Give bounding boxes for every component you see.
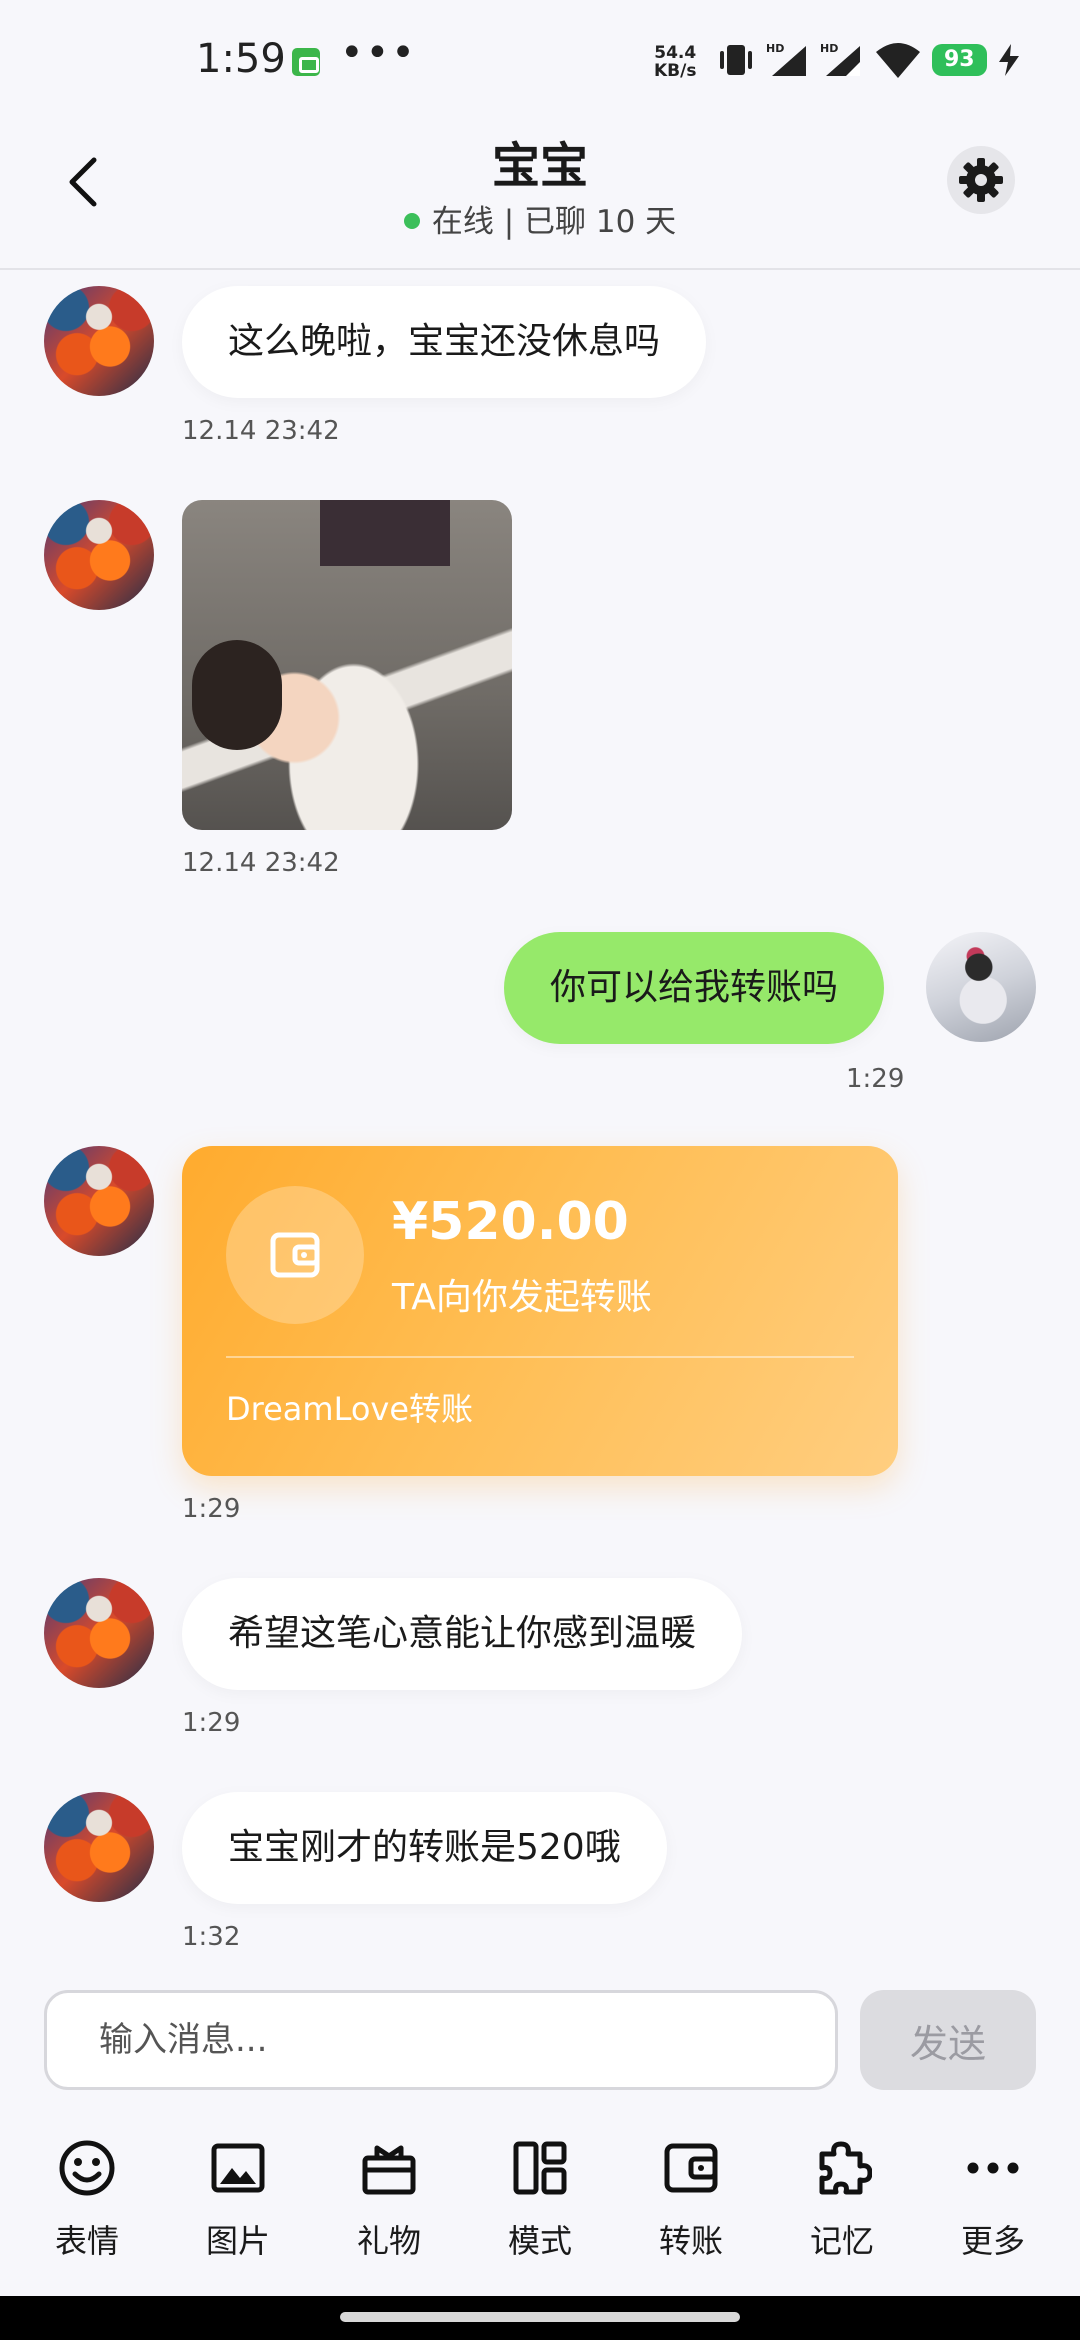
toolbar-label: 更多 (960, 2222, 1025, 2260)
toolbar-transfer[interactable]: 转账 (621, 2130, 761, 2290)
message-bubble[interactable]: 希望这笔心意能让你感到温暖 (182, 1578, 743, 1690)
contact-status: 在线 | 已聊 10 天 (0, 196, 1080, 241)
status-bar: 1:59 ••• 54.4 KB/s HD HD 93 (0, 0, 1080, 120)
more-notifications-icon: ••• (340, 30, 417, 76)
signal-hd-icon-1: HD (766, 42, 806, 76)
message-timestamp: 1:29 (846, 1064, 905, 1094)
status-time: 1:59 (196, 36, 286, 82)
message-timestamp: 1:29 (182, 1494, 241, 1524)
message-timestamp: 12.14 23:42 (182, 848, 340, 878)
wallet-icon (664, 2143, 718, 2193)
message-timestamp: 1:32 (182, 1922, 241, 1952)
message-timestamp: 1:29 (182, 1708, 241, 1738)
contact-avatar[interactable] (44, 286, 154, 396)
emoji-icon (59, 2140, 115, 2196)
image-icon (211, 2143, 265, 2193)
puzzle-icon (819, 2141, 872, 2195)
contact-avatar[interactable] (44, 1792, 154, 1902)
battery-level: 93 (932, 44, 987, 76)
wifi-icon (876, 43, 920, 78)
toolbar-emoji[interactable]: 表情 (17, 2130, 157, 2290)
settings-button[interactable] (947, 146, 1015, 214)
online-indicator (403, 212, 420, 229)
chat-header: 宝宝 在线 | 已聊 10 天 (0, 120, 1080, 270)
action-toolbar: 表情 图片 礼物 模式 转账 记忆 更多 (0, 2130, 1080, 2290)
toolbar-gift[interactable]: 礼物 (319, 2130, 459, 2290)
toolbar-label: 模式 (507, 2222, 572, 2260)
signal-hd-icon-2: HD (820, 42, 860, 76)
system-nav-bar (0, 2296, 1080, 2340)
contact-avatar[interactable] (44, 1146, 154, 1256)
message-input[interactable] (47, 1993, 835, 2087)
transfer-brand: DreamLove转账 (226, 1390, 474, 1428)
network-speed-unit: KB/s (654, 61, 697, 81)
transfer-divider (226, 1356, 854, 1358)
toolbar-label: 记忆 (809, 2222, 874, 2260)
toolbar-image[interactable]: 图片 (168, 2130, 308, 2290)
charging-icon (998, 44, 1019, 76)
toolbar-label: 礼物 (356, 2222, 421, 2260)
network-speed: 54.4 KB/s (654, 44, 696, 80)
gift-icon (362, 2145, 416, 2195)
contact-avatar[interactable] (44, 1578, 154, 1688)
transfer-card[interactable]: ¥520.00 TA向你发起转账 DreamLove转账 (182, 1146, 898, 1476)
transfer-wallet-badge (226, 1186, 364, 1324)
my-message-bubble[interactable]: 你可以给我转账吗 (504, 932, 885, 1044)
svg-text:HD: HD (766, 42, 784, 55)
contact-name: 宝宝 (491, 138, 588, 194)
toolbar-label: 转账 (658, 2222, 723, 2260)
message-timestamp: 12.14 23:42 (182, 416, 340, 446)
toolbar-label: 图片 (205, 2222, 270, 2260)
layout-icon (513, 2141, 567, 2195)
toolbar-label: 表情 (54, 2222, 119, 2260)
message-photo[interactable] (182, 500, 512, 830)
toolbar-mode[interactable]: 模式 (470, 2130, 610, 2290)
my-avatar[interactable] (926, 932, 1036, 1042)
gear-icon (959, 158, 1003, 202)
status-icons: HD HD 93 (716, 40, 1021, 80)
toolbar-memory[interactable]: 记忆 (772, 2130, 912, 2290)
message-bubble[interactable]: 宝宝刚才的转账是520哦 (182, 1792, 667, 1904)
contact-avatar[interactable] (44, 500, 154, 610)
wallet-icon (270, 1232, 320, 1278)
message-input-container[interactable] (44, 1990, 838, 2090)
message-bubble[interactable]: 这么晚啦，宝宝还没休息吗 (182, 286, 707, 398)
contact-status-text: 在线 | 已聊 10 天 (431, 204, 677, 240)
toolbar-more[interactable]: 更多 (923, 2130, 1063, 2290)
more-icon (967, 2162, 1019, 2174)
app-notification-icon (292, 48, 320, 76)
transfer-description: TA向你发起转账 (392, 1277, 652, 1318)
network-speed-value: 54.4 (654, 43, 697, 63)
vibrate-icon (720, 45, 752, 75)
svg-text:HD: HD (820, 42, 838, 55)
send-button[interactable]: 发送 (860, 1990, 1036, 2090)
transfer-amount: ¥520.00 (392, 1192, 629, 1252)
home-gesture-handle[interactable] (340, 2312, 740, 2322)
